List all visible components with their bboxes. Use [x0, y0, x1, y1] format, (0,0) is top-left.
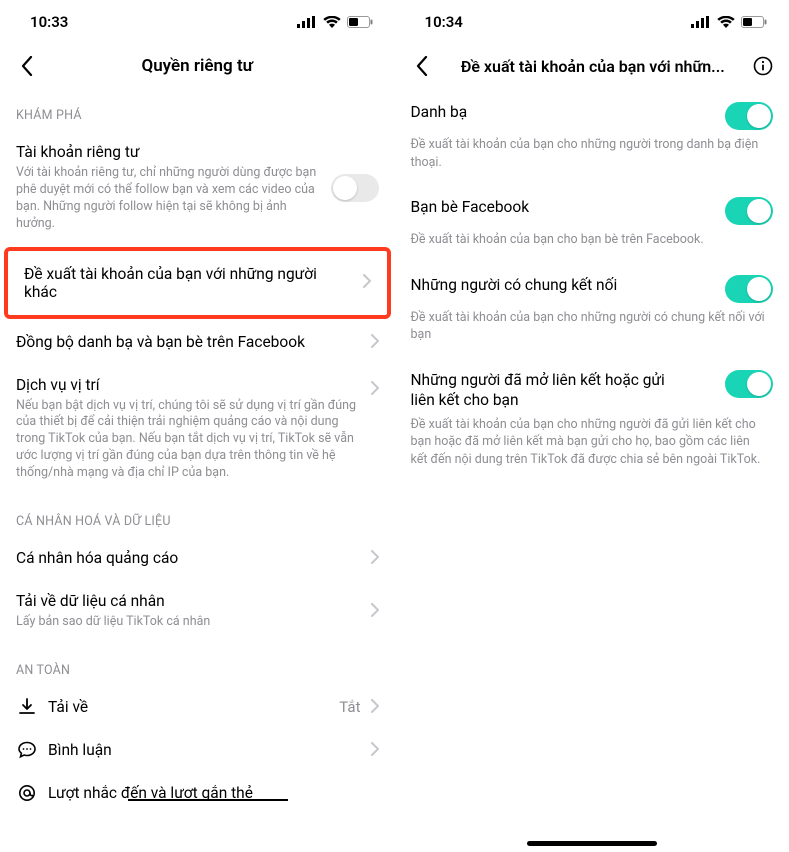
download-data-desc: Lấy bản sao dữ liệu TikTok cá nhân	[16, 614, 361, 631]
comment-icon	[16, 741, 38, 759]
links-label: Những người đã mở liên kết hoặc gửi liên…	[411, 370, 691, 410]
facebook-desc: Đề xuất tài khoản của bạn cho bạn bè trê…	[411, 231, 774, 249]
mention-icon	[16, 784, 38, 802]
ad-personalization-label: Cá nhân hóa quảng cáo	[16, 549, 361, 567]
suggest-account-label: Đề xuất tài khoản của bạn với những ngườ…	[24, 265, 353, 301]
status-icons	[297, 16, 373, 28]
row-private-account[interactable]: Tài khoản riêng tư Với tài khoản riêng t…	[0, 131, 395, 245]
downloads-label: Tải về	[48, 698, 329, 716]
row-suggest-account[interactable]: Đề xuất tài khoản của bạn với những ngườ…	[8, 251, 387, 315]
header: Đề xuất tài khoản của bạn với nhữn...	[395, 44, 789, 88]
sync-contacts-label: Đồng bộ danh bạ và bạn bè trên Facebook	[16, 333, 361, 351]
status-bar: 10:33	[0, 0, 395, 44]
wifi-icon	[717, 16, 735, 28]
contacts-label: Danh bạ	[411, 102, 468, 122]
location-label: Dịch vụ vị trí	[16, 376, 361, 394]
battery-icon	[347, 16, 373, 28]
section-title-personalization: CÁ NHÂN HOÁ VÀ DỮ LIỆU	[0, 494, 395, 537]
row-contacts[interactable]: Danh bạ Đề xuất tài khoản của bạn cho nh…	[395, 88, 789, 183]
screen-privacy: 10:33 Quyền riêng tư KHÁM PHÁ Tài khoản …	[0, 0, 395, 852]
status-icons	[691, 16, 767, 28]
facebook-toggle[interactable]	[725, 197, 773, 225]
status-bar: 10:34	[395, 0, 789, 44]
contacts-desc: Đề xuất tài khoản của bạn cho những ngườ…	[411, 136, 774, 171]
battery-icon	[741, 16, 767, 28]
back-button[interactable]	[407, 51, 437, 81]
private-account-label: Tài khoản riêng tư	[16, 143, 321, 161]
info-button[interactable]	[749, 52, 777, 80]
mutual-label: Những người có chung kết nối	[411, 275, 618, 295]
row-comments[interactable]: Bình luận	[0, 729, 395, 772]
highlight-box: Đề xuất tài khoản của bạn với những ngườ…	[4, 247, 391, 319]
links-desc: Đề xuất tài khoản của bạn cho những ngườ…	[411, 416, 774, 469]
page-title: Quyền riêng tư	[0, 56, 395, 76]
page-title: Đề xuất tài khoản của bạn với nhữn...	[437, 57, 750, 76]
chevron-right-icon	[371, 380, 379, 399]
downloads-value: Tắt	[339, 698, 360, 716]
row-sync-contacts[interactable]: Đồng bộ danh bạ và bạn bè trên Facebook	[0, 321, 395, 364]
section-title-safety: AN TOÀN	[0, 643, 395, 686]
links-toggle[interactable]	[725, 370, 773, 398]
status-time: 10:33	[30, 13, 68, 31]
row-ad-personalization[interactable]: Cá nhân hóa quảng cáo	[0, 537, 395, 580]
contacts-toggle[interactable]	[725, 102, 773, 130]
mutual-desc: Đề xuất tài khoản của bạn cho những ngườ…	[411, 309, 774, 344]
facebook-label: Bạn bè Facebook	[411, 197, 530, 217]
download-data-label: Tải về dữ liệu cá nhân	[16, 592, 361, 610]
screen-suggest-detail: 10:34 Đề xuất tài khoản của bạn với nhữn…	[395, 0, 789, 852]
signal-icon	[691, 16, 711, 28]
row-mutual[interactable]: Những người có chung kết nối Đề xuất tài…	[395, 261, 789, 356]
download-icon	[16, 698, 38, 716]
home-indicator	[527, 841, 657, 846]
back-button[interactable]	[12, 51, 42, 81]
comments-label: Bình luận	[48, 741, 361, 759]
status-time: 10:34	[425, 13, 463, 31]
chevron-right-icon	[371, 741, 379, 760]
chevron-right-icon	[371, 698, 379, 717]
row-mentions[interactable]: Lượt nhắc đến và lượt gắn thẻ	[0, 772, 395, 814]
chevron-right-icon	[371, 333, 379, 352]
row-download-data[interactable]: Tải về dữ liệu cá nhân Lấy bản sao dữ li…	[0, 580, 395, 643]
row-facebook[interactable]: Bạn bè Facebook Đề xuất tài khoản của bạ…	[395, 183, 789, 261]
private-account-toggle[interactable]	[331, 174, 379, 202]
private-account-desc: Với tài khoản riêng tư, chỉ những người …	[16, 165, 321, 233]
signal-icon	[297, 16, 317, 28]
chevron-right-icon	[371, 549, 379, 568]
location-desc: Nếu bạn bật dịch vụ vị trí, chúng tôi sẽ…	[16, 398, 361, 482]
wifi-icon	[323, 16, 341, 28]
chevron-right-icon	[371, 602, 379, 621]
strike-line	[128, 799, 288, 801]
mutual-toggle[interactable]	[725, 275, 773, 303]
row-links[interactable]: Những người đã mở liên kết hoặc gửi liên…	[395, 356, 789, 481]
row-downloads[interactable]: Tải về Tắt	[0, 686, 395, 729]
header: Quyền riêng tư	[0, 44, 395, 88]
section-title-discover: KHÁM PHÁ	[0, 88, 395, 131]
row-location-services[interactable]: Dịch vụ vị trí Nếu bạn bật dịch vụ vị tr…	[0, 364, 395, 494]
chevron-right-icon	[363, 273, 371, 292]
